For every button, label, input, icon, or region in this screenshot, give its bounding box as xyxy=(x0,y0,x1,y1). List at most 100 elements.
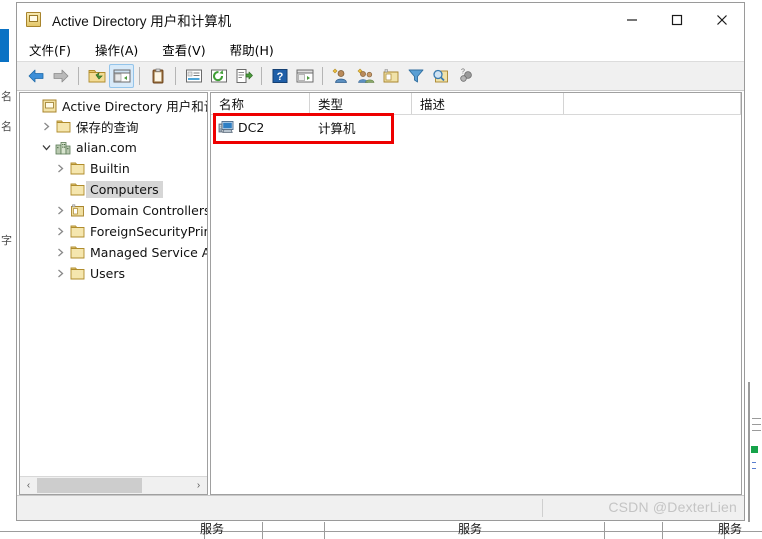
tree-item-label: Managed Service Accounts xyxy=(90,245,207,260)
tree-item-builtin[interactable]: Builtin xyxy=(20,158,207,179)
background-rule xyxy=(752,468,756,469)
menu-help[interactable]: 帮助(H) xyxy=(230,40,274,59)
show-console-tree-icon[interactable] xyxy=(292,64,317,88)
background-green-marker xyxy=(751,446,758,453)
chevron-right-icon[interactable] xyxy=(52,227,68,236)
close-button[interactable] xyxy=(699,3,744,37)
background-rule xyxy=(752,424,761,425)
background-bottom-sheet: 服务 服务 服务 xyxy=(0,522,762,539)
tree-item-managed-service-accounts[interactable]: Managed Service Accounts xyxy=(20,242,207,263)
cell-name[interactable]: DC2 xyxy=(211,120,310,135)
toolbar-separator xyxy=(139,67,140,85)
new-user-icon[interactable] xyxy=(328,64,353,88)
chevron-down-icon[interactable] xyxy=(38,143,54,152)
tree-item-domain-controllers[interactable]: Domain Controllers xyxy=(20,200,207,221)
list-header-row: 名称 类型 描述 xyxy=(211,93,741,115)
background-rule xyxy=(752,430,761,431)
table-row[interactable]: DC2 计算机 xyxy=(211,115,741,139)
minimize-button[interactable] xyxy=(609,3,654,37)
background-rule xyxy=(752,418,761,419)
console-book-icon xyxy=(25,11,43,29)
toolbar-separator xyxy=(78,67,79,85)
background-accent-bar xyxy=(0,29,9,62)
tree-item-root[interactable]: Active Directory 用户和计算机 xyxy=(20,95,207,116)
toolbar-separator xyxy=(175,67,176,85)
background-ghost-text: 服务 xyxy=(458,522,483,536)
saved-query-icon[interactable]: ? xyxy=(453,64,478,88)
tree-item-label: 保存的查询 xyxy=(76,120,139,135)
filter-icon[interactable] xyxy=(403,64,428,88)
tree-item-label: alian.com xyxy=(76,140,137,155)
toolbar-separator xyxy=(261,67,262,85)
window-title: Active Directory 用户和计算机 xyxy=(52,14,232,29)
properties-icon[interactable] xyxy=(181,64,206,88)
background-ghost-text: 名 xyxy=(1,121,12,133)
console-tree-pane: Active Directory 用户和计算机 保存的查询 xyxy=(19,92,208,495)
column-header-type[interactable]: 类型 xyxy=(310,93,412,114)
tree-item-computers[interactable]: Computers xyxy=(20,179,207,200)
list-rows: DC2 计算机 xyxy=(211,115,741,494)
forward-arrow-icon[interactable] xyxy=(48,64,73,88)
cell-name-text: DC2 xyxy=(238,119,265,135)
scroll-right-arrow-icon[interactable]: › xyxy=(190,477,207,494)
console-book-icon xyxy=(40,99,58,113)
tree-item-label: Active Directory 用户和计算机 xyxy=(62,99,207,114)
background-ghost-text: 服务 xyxy=(718,522,743,536)
scrollbar-thumb[interactable] xyxy=(37,478,142,493)
new-ou-icon[interactable] xyxy=(378,64,403,88)
tree-item-label: ForeignSecurityPrincipals xyxy=(90,224,207,239)
chevron-right-icon[interactable] xyxy=(52,164,68,173)
status-bar-divider xyxy=(542,499,543,517)
domain-icon xyxy=(54,141,72,155)
background-ghost-text: 服务 xyxy=(200,522,225,536)
tree-item-foreign-security-principals[interactable]: ForeignSecurityPrincipals xyxy=(20,221,207,242)
background-ghost-text: 字 xyxy=(1,235,12,247)
new-group-icon[interactable] xyxy=(353,64,378,88)
menu-action[interactable]: 操作(A) xyxy=(95,40,138,59)
refresh-icon[interactable] xyxy=(206,64,231,88)
tree-item-label: Builtin xyxy=(90,161,130,176)
scroll-left-arrow-icon[interactable]: ‹ xyxy=(20,477,37,494)
toolbar-separator xyxy=(322,67,323,85)
folder-icon xyxy=(68,183,86,196)
tree-horizontal-scrollbar[interactable]: ‹ › xyxy=(20,476,207,494)
clipboard-icon[interactable] xyxy=(145,64,170,88)
background-rule xyxy=(748,382,750,532)
tree-item-domain[interactable]: alian.com xyxy=(20,137,207,158)
folder-icon xyxy=(68,225,86,238)
tree-item-users[interactable]: Users xyxy=(20,263,207,284)
up-folder-icon[interactable] xyxy=(84,64,109,88)
chevron-right-icon[interactable] xyxy=(38,122,54,131)
menu-file[interactable]: 文件(F) xyxy=(29,40,71,59)
column-header-name[interactable]: 名称 xyxy=(211,93,310,114)
toolbar: ? ? xyxy=(17,61,744,91)
tree-item-label: Users xyxy=(90,266,126,281)
folder-icon xyxy=(54,120,72,133)
chevron-right-icon[interactable] xyxy=(52,269,68,278)
help-icon[interactable]: ? xyxy=(267,64,292,88)
cell-type[interactable]: 计算机 xyxy=(310,118,412,137)
console-tree[interactable]: Active Directory 用户和计算机 保存的查询 xyxy=(20,93,207,476)
watermark-text: CSDN @DexterLien xyxy=(608,499,737,515)
title-bar: Active Directory 用户和计算机 xyxy=(17,3,744,37)
tree-item-label: Domain Controllers xyxy=(90,203,207,218)
folder-icon xyxy=(68,162,86,175)
back-arrow-icon[interactable] xyxy=(23,64,48,88)
tree-item-saved-queries[interactable]: 保存的查询 xyxy=(20,116,207,137)
tree-item-label: Computers xyxy=(86,181,163,198)
window-body: Active Directory 用户和计算机 保存的查询 xyxy=(17,91,744,495)
find-icon[interactable] xyxy=(428,64,453,88)
maximize-button[interactable] xyxy=(654,3,699,37)
folder-icon xyxy=(68,246,86,259)
background-ghost-text: 名 xyxy=(1,91,12,103)
export-list-icon[interactable] xyxy=(231,64,256,88)
column-header-filler xyxy=(564,93,741,114)
column-header-description[interactable]: 描述 xyxy=(412,93,564,114)
show-hide-tree-icon[interactable] xyxy=(109,64,134,88)
status-bar: CSDN @DexterLien xyxy=(17,495,744,520)
chevron-right-icon[interactable] xyxy=(52,206,68,215)
chevron-right-icon[interactable] xyxy=(52,248,68,257)
ou-folder-icon xyxy=(68,204,86,217)
window-controls xyxy=(609,3,744,37)
menu-view[interactable]: 查看(V) xyxy=(162,40,205,59)
